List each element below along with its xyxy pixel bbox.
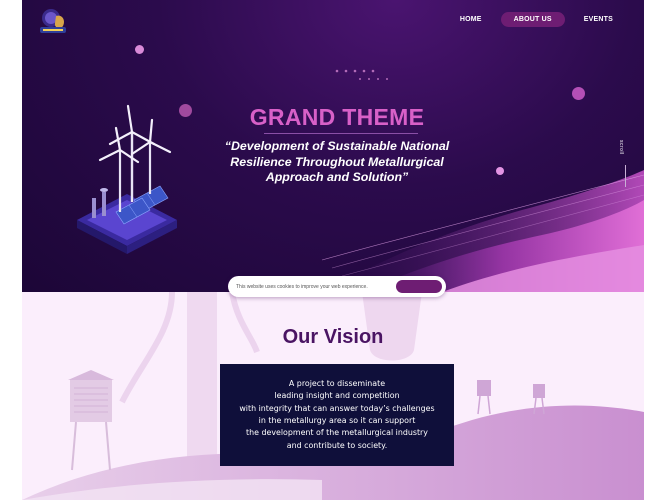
vision-heading: Our Vision: [282, 326, 384, 348]
scroll-indicator-line: [625, 165, 626, 187]
subtitle-line: Approach and Solution”: [265, 170, 409, 184]
grand-theme-subtitle: “Development of Sustainable National Res…: [182, 139, 492, 186]
vision-line: and contribute to society.: [286, 440, 388, 450]
subtitle-line: Resilience Throughout Metallurgical: [230, 154, 444, 169]
vision-statement-box: A project to disseminate leading insight…: [220, 364, 454, 466]
cookie-banner: This website uses cookies to improve you…: [228, 276, 446, 297]
water-tower-left: [68, 370, 114, 471]
logo-mascot-icon[interactable]: [38, 6, 70, 36]
vision-line: in the metallurgy area so it can support: [258, 416, 416, 425]
scroll-indicator-label[interactable]: scroll: [618, 140, 624, 155]
vision-line: A project to disseminate: [288, 379, 386, 389]
cookie-accept-button[interactable]: [396, 280, 442, 293]
decor-dot: [496, 167, 504, 175]
vision-line: with integrity that can answer today’s c…: [239, 403, 435, 413]
vision-line: leading insight and competition: [274, 391, 400, 401]
decor-dot-grid: [335, 69, 388, 80]
decor-dot: [135, 45, 144, 54]
nav-events-link[interactable]: EVENTS: [571, 12, 626, 27]
page: HOME ABOUT US EVENTS GRAND THEME “Develo…: [22, 0, 644, 500]
nav-home-link[interactable]: HOME: [447, 12, 495, 27]
cookie-banner-text: This website uses cookies to improve you…: [236, 283, 368, 290]
nav-about-us-link[interactable]: ABOUT US: [500, 12, 565, 27]
main-nav: HOME ABOUT US EVENTS: [447, 12, 626, 27]
title-divider: [264, 133, 418, 134]
subtitle-line: “Development of Sustainable National: [224, 139, 450, 153]
vision-line: the development of the metallurgical ind…: [246, 428, 428, 438]
decor-dot: [572, 87, 585, 100]
hero-section: HOME ABOUT US EVENTS GRAND THEME “Develo…: [22, 0, 644, 292]
wind-turbine-illustration-icon: [77, 104, 177, 254]
grand-theme-title: GRAND THEME: [249, 104, 425, 130]
